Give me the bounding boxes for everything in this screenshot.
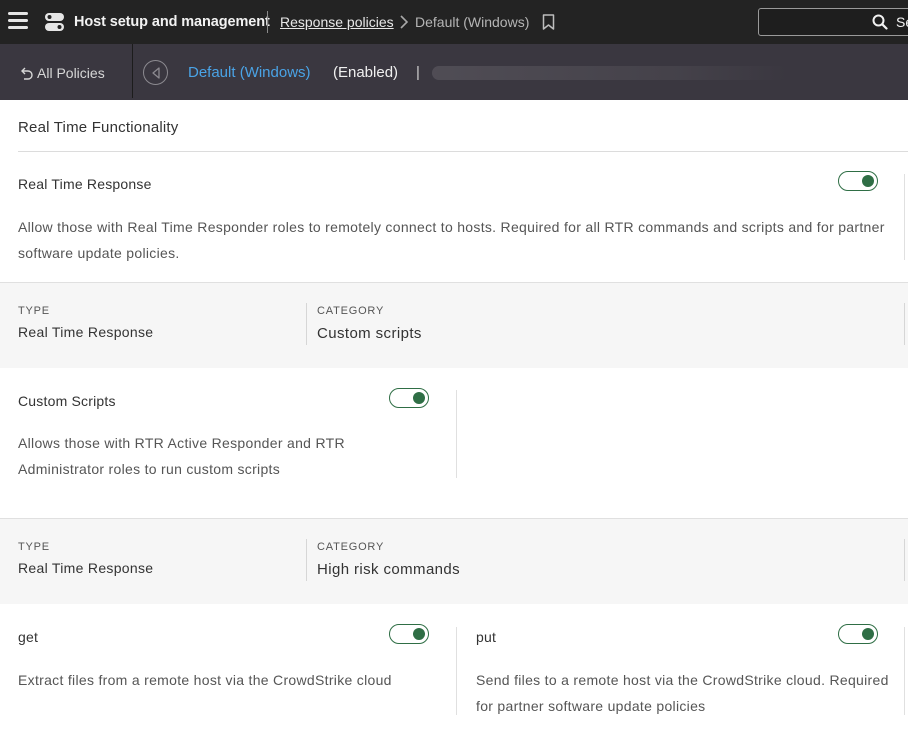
category-label: CATEGORY xyxy=(317,541,385,553)
category-value: High risk commands xyxy=(317,561,461,578)
divider xyxy=(456,627,457,715)
section-title: Real Time Functionality xyxy=(18,119,179,136)
policy-header-bar: All Policies Default (Windows) (Enabled)… xyxy=(0,44,908,100)
divider xyxy=(267,11,268,33)
custom-scripts-description: Allows those with RTR Active Responder a… xyxy=(18,435,345,477)
chevron-right-icon xyxy=(400,15,409,29)
menu-icon[interactable] xyxy=(8,12,28,32)
search-icon xyxy=(872,14,888,30)
redacted-text xyxy=(432,66,787,80)
type-label: TYPE xyxy=(18,541,50,553)
bookmark-icon[interactable] xyxy=(542,14,555,30)
high-risk-meta: TYPE Real Time Response CATEGORY High ri… xyxy=(0,519,908,604)
type-value: Real Time Response xyxy=(18,560,154,576)
divider xyxy=(306,539,307,581)
host-management-icon xyxy=(45,13,64,31)
divider xyxy=(456,390,457,478)
policy-settings-panel: Real Time Functionality Real Time Respon… xyxy=(0,100,908,731)
app-title: Host setup and management xyxy=(74,14,270,30)
search-input[interactable]: Se xyxy=(758,8,908,36)
breadcrumb-current: Default (Windows) xyxy=(415,14,530,30)
rtr-description: Allow those with Real Time Responder rol… xyxy=(18,219,885,261)
policy-name-link[interactable]: Default (Windows) xyxy=(188,44,311,102)
rtr-toggle[interactable] xyxy=(838,171,878,191)
get-toggle[interactable] xyxy=(389,624,429,644)
all-policies-button[interactable]: All Policies xyxy=(20,44,105,102)
separator: | xyxy=(416,64,420,81)
divider xyxy=(132,44,133,98)
breadcrumb-response-policies[interactable]: Response policies xyxy=(280,0,394,44)
put-description: Send files to a remote host via the Crow… xyxy=(476,672,889,714)
all-policies-label: All Policies xyxy=(37,65,105,81)
rtr-setting-name: Real Time Response xyxy=(18,176,152,192)
custom-scripts-toggle[interactable] xyxy=(389,388,429,408)
divider xyxy=(904,303,905,345)
back-arrow-icon xyxy=(21,67,33,80)
section-divider xyxy=(18,151,908,152)
type-value: Real Time Response xyxy=(18,324,154,340)
get-description: Extract files from a remote host via the… xyxy=(18,672,392,688)
policy-status: (Enabled) xyxy=(333,64,399,81)
search-label: Se xyxy=(896,14,908,30)
divider xyxy=(904,539,905,581)
category-label: CATEGORY xyxy=(317,305,385,317)
custom-scripts-setting-name: Custom Scripts xyxy=(18,393,116,409)
type-label: TYPE xyxy=(18,305,50,317)
get-setting-name: get xyxy=(18,629,39,645)
top-bar: Host setup and management Response polic… xyxy=(0,0,908,44)
custom-scripts-meta: TYPE Real Time Response CATEGORY Custom … xyxy=(0,283,908,368)
divider xyxy=(306,303,307,345)
put-setting-name: put xyxy=(476,629,497,645)
divider xyxy=(904,627,905,715)
divider xyxy=(904,174,905,260)
put-toggle[interactable] xyxy=(838,624,878,644)
previous-policy-button[interactable] xyxy=(143,60,168,85)
triangle-left-icon xyxy=(152,67,160,79)
category-value: Custom scripts xyxy=(317,325,422,342)
